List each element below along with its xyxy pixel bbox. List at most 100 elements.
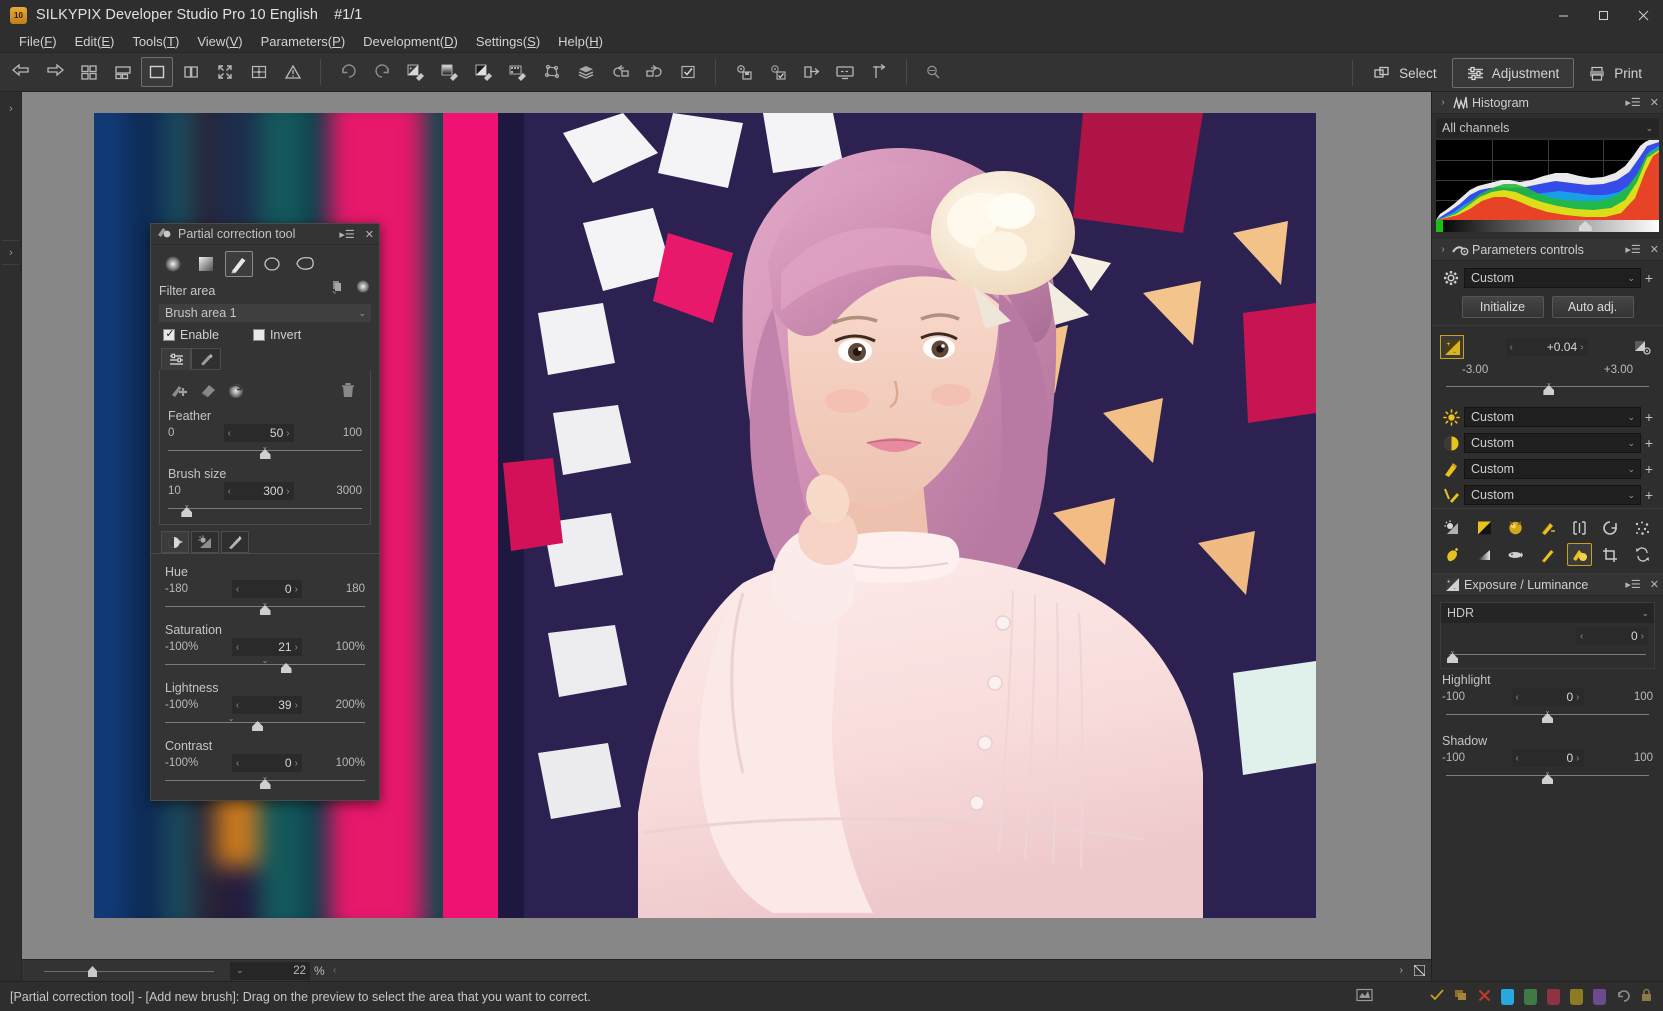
tone-strip-knob[interactable]: [1578, 221, 1592, 231]
invert-checkbox-box[interactable]: [252, 329, 265, 341]
checkbox-mark-icon[interactable]: [672, 57, 704, 87]
sharpness-combo[interactable]: Custom ⌄: [1464, 485, 1641, 505]
hdr-slider[interactable]: ⌄: [1447, 647, 1646, 663]
menu-view[interactable]: View(V): [188, 32, 251, 51]
trash-icon[interactable]: [334, 378, 362, 402]
noise-reduction-icon[interactable]: [1630, 516, 1655, 539]
highlight-slider[interactable]: ⌄: [1446, 707, 1649, 723]
circle-shape-icon[interactable]: [258, 251, 286, 277]
chevron-down-icon[interactable]: ⌄: [1627, 464, 1635, 475]
shadow-spinner[interactable]: ‹ 0 ›: [1511, 749, 1584, 767]
lightness-increment-icon[interactable]: ›: [295, 700, 298, 711]
menu-settings[interactable]: Settings(S): [467, 32, 549, 51]
gradient-dropper-icon[interactable]: [434, 57, 466, 87]
dodge-burn-icon[interactable]: [1440, 543, 1465, 566]
exposure-increment-icon[interactable]: ›: [1580, 342, 1583, 353]
white-balance-combo[interactable]: Custom ⌄: [1464, 407, 1641, 427]
color-icon[interactable]: [1438, 461, 1464, 478]
histogram-menu-icon[interactable]: ▸☰: [1625, 96, 1640, 109]
resize-grip-icon[interactable]: [1414, 965, 1425, 976]
refill-icon[interactable]: [222, 378, 250, 402]
feather-slider[interactable]: ⌄: [168, 443, 362, 459]
light-tab-icon[interactable]: [191, 531, 219, 553]
menu-edit[interactable]: Edit(E): [66, 32, 124, 51]
color-tag-purple-icon[interactable]: [1593, 988, 1606, 1005]
apply-settings-icon[interactable]: [761, 57, 793, 87]
saturation-slider[interactable]: ⌄: [165, 657, 365, 673]
chevron-down-icon[interactable]: ⌄: [1627, 412, 1635, 423]
parameters-controls-header[interactable]: › Parameters controls ▸☰ ✕: [1432, 239, 1663, 261]
highlight-increment-icon[interactable]: ›: [1576, 692, 1579, 703]
chevron-down-icon[interactable]: ⌄: [1641, 608, 1649, 619]
histogram-close-icon[interactable]: ✕: [1650, 96, 1659, 109]
filter-preview-icon[interactable]: [355, 279, 371, 297]
add-color-button[interactable]: +: [1641, 461, 1657, 477]
add-tone-button[interactable]: +: [1641, 435, 1657, 451]
exposure-spinner[interactable]: ‹ +0.04 ›: [1505, 338, 1588, 356]
close-icon[interactable]: [1623, 0, 1663, 30]
histogram-expand-chevron-icon[interactable]: ›: [1436, 97, 1450, 108]
hdr-increment-icon[interactable]: ›: [1641, 631, 1644, 642]
hue-slider[interactable]: ⌄: [165, 599, 365, 615]
brush-size-increment-icon[interactable]: ›: [286, 486, 289, 497]
viewer-scroll-track[interactable]: [44, 971, 214, 972]
slideshow-icon[interactable]: [829, 57, 861, 87]
duplicate-filter-icon[interactable]: [330, 279, 345, 297]
copy-icon[interactable]: [1454, 989, 1468, 1005]
menu-file[interactable]: File(F): [10, 32, 66, 51]
hdr-select[interactable]: HDR ⌄: [1441, 603, 1654, 623]
add-brush-icon[interactable]: [166, 378, 194, 402]
feather-increment-icon[interactable]: ›: [286, 428, 289, 439]
preset-combo[interactable]: Custom ⌄: [1464, 268, 1641, 288]
color-tag-blue-icon[interactable]: [1501, 988, 1514, 1005]
brush-size-spinner[interactable]: ‹ 300 ›: [223, 482, 294, 500]
partial-correction-icon[interactable]: [1566, 543, 1592, 566]
color-tag-yellow-icon[interactable]: [1570, 988, 1583, 1005]
exposure-bias-icon[interactable]: + -: [1440, 335, 1464, 359]
warning-icon[interactable]: [277, 57, 309, 87]
parameters-expand-chevron-icon[interactable]: ›: [1436, 244, 1450, 255]
brush-shape-icon[interactable]: [225, 251, 253, 277]
menu-help[interactable]: Help(H): [549, 32, 612, 51]
saturation-spinner[interactable]: ‹ 21 ›: [231, 638, 302, 656]
menu-development[interactable]: Development(D): [354, 32, 467, 51]
save-settings-icon[interactable]: [727, 57, 759, 87]
transform-icon[interactable]: [1630, 543, 1655, 566]
next-image-icon[interactable]: [39, 57, 71, 87]
brush-area-select[interactable]: Brush area 1 ⌄: [159, 304, 371, 322]
polygon-select-icon[interactable]: [536, 57, 568, 87]
tone-curve-icon[interactable]: [1438, 435, 1464, 452]
exposure-slider[interactable]: ⌄: [1446, 379, 1649, 395]
brush-size-slider[interactable]: ⌄: [168, 501, 362, 517]
hue-saturation-tab-icon[interactable]: [161, 531, 189, 553]
menu-parameters[interactable]: Parameters(P): [252, 32, 355, 51]
sharpen-tab-icon[interactable]: [221, 531, 249, 553]
exposure-luminance-header[interactable]: + - Exposure / Luminance ▸☰ ✕: [1432, 574, 1663, 596]
lens-aberration-icon[interactable]: [1567, 516, 1592, 539]
viewer-scroll-right-arrow[interactable]: ›: [1400, 965, 1403, 976]
rotate-left-icon[interactable]: [604, 57, 636, 87]
exposure-luminance-menu-icon[interactable]: ▸☰: [1625, 578, 1640, 591]
split-view-icon[interactable]: [175, 57, 207, 87]
partial-correction-header[interactable]: Partial correction tool ▸☰ ✕: [151, 224, 379, 245]
add-white-balance-button[interactable]: +: [1641, 409, 1657, 425]
highlight-spinner[interactable]: ‹ 0 ›: [1511, 688, 1584, 706]
exposure-luminance-icon[interactable]: [1440, 516, 1465, 539]
add-preset-button[interactable]: +: [1641, 270, 1657, 286]
brush-magic-tab[interactable]: [191, 348, 221, 370]
color-balance-icon[interactable]: [1535, 516, 1560, 539]
left-panel-expand-top[interactable]: ›: [0, 98, 22, 120]
undo-arrow-icon[interactable]: [1616, 989, 1630, 1005]
chevron-down-icon[interactable]: ⌄: [358, 308, 366, 319]
color-combo[interactable]: Custom ⌄: [1464, 459, 1641, 479]
chevron-down-icon[interactable]: ⌄: [1627, 490, 1635, 501]
saturation-increment-icon[interactable]: ›: [295, 642, 298, 653]
histogram-channel-select[interactable]: All channels ⌄: [1436, 118, 1659, 138]
print-mode-button[interactable]: Print: [1574, 58, 1657, 88]
brush-settings-tab[interactable]: [161, 348, 191, 370]
flag-icon[interactable]: [863, 57, 895, 87]
gradation-icon[interactable]: [1472, 543, 1497, 566]
zoom-prev-arrow[interactable]: ‹: [333, 965, 336, 976]
shadow-slider[interactable]: ⌄: [1446, 768, 1649, 784]
rotate-reset-icon[interactable]: [1598, 516, 1623, 539]
